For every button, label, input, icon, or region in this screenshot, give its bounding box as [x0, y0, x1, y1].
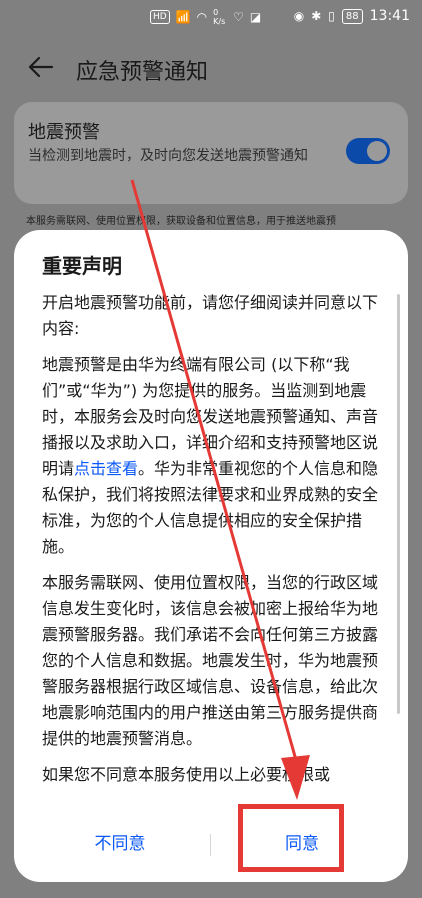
status-bar: HD 📶 ◠ 0 K/s ♡ ◪ ◉ ✱ ▯ 88 13:41 [0, 0, 422, 34]
bluetooth-icon: ✱ [311, 9, 322, 23]
network-speed: 0 K/s [213, 8, 226, 26]
view-details-link[interactable]: 点击查看 [74, 459, 138, 478]
earthquake-warning-card: 地震预警 当检测到地震时，及时向您发送地震预警通知 [14, 102, 408, 204]
wifi-icon: ◠ [196, 10, 208, 24]
hd-icon: HD [150, 10, 170, 24]
button-divider [210, 834, 211, 856]
dialog-paragraph-consent: 如果您不同意本服务使用以上必要权限或 [42, 765, 331, 784]
service-note: 本服务需联网、使用位置权限，获取设备和位置信息，用于推送地震预 [26, 216, 336, 227]
important-notice-dialog: 重要声明 开启地震预警功能前，请您仔细阅读并同意以下内容: 地震预警是由华为终端… [14, 230, 408, 882]
earthquake-warning-toggle[interactable] [346, 138, 390, 164]
app-notification-icon: ◪ [249, 10, 262, 24]
toggle-knob [367, 141, 387, 161]
clock: 13:41 [369, 8, 410, 24]
status-left-icons: HD 📶 ◠ 0 K/s ♡ ◪ [150, 8, 261, 26]
eye-icon: ◉ [293, 9, 305, 23]
battery-icon: 88 [341, 8, 363, 24]
agree-highlight-box [238, 804, 344, 872]
signal-icon: 📶 [175, 10, 191, 24]
dialog-paragraph-intro: 开启地震预警功能前，请您仔细阅读并同意以下内容: [42, 293, 379, 338]
earthquake-warning-description: 当检测到地震时，及时向您发送地震预警通知 [28, 148, 308, 164]
earthquake-warning-title: 地震预警 [28, 122, 100, 143]
back-arrow-icon[interactable] [26, 52, 56, 82]
app-header: 应急预警通知 [0, 40, 422, 96]
dialog-title: 重要声明 [42, 254, 122, 278]
dialog-body: 开启地震预警功能前，请您仔细阅读并同意以下内容: 地震预警是由华为终端有限公司 … [42, 290, 388, 800]
page-title: 应急预警通知 [76, 60, 209, 85]
status-right-icons: ◉ ✱ ▯ 88 13:41 [294, 8, 410, 24]
vibrate-icon: ▯ [328, 9, 335, 23]
dialog-scrollbar[interactable] [397, 294, 400, 714]
dialog-paragraph-service: 地震预警是由华为终端有限公司 (以下称“我们”或“华为”) 为您提供的服务。当监… [42, 352, 388, 560]
dialog-paragraph-permissions: 本服务需联网、使用位置权限，当您的行政区域信息发生变化时，该信息会被加密上报给华… [42, 573, 379, 748]
disagree-button[interactable]: 不同意 [30, 824, 210, 864]
dialog-actions: 不同意 同意 [14, 808, 408, 882]
heart-icon: ♡ [233, 10, 244, 24]
